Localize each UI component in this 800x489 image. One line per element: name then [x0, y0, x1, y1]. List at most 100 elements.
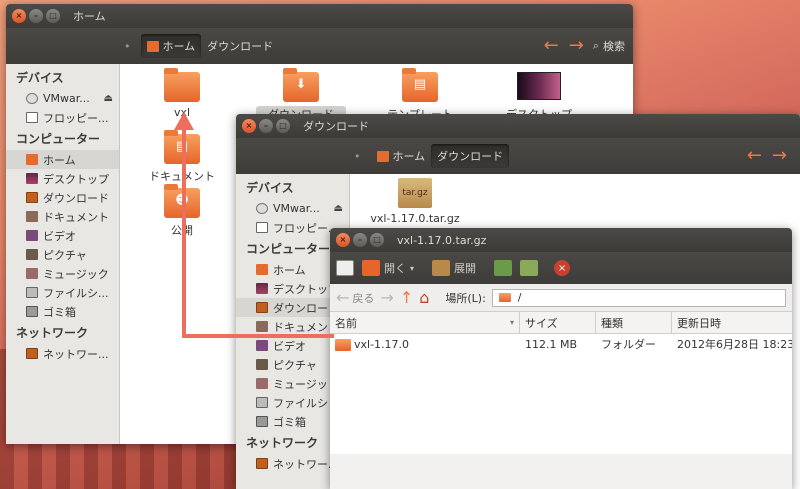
close-button[interactable]: × [242, 119, 256, 133]
search-button[interactable]: 検索 [603, 38, 625, 54]
sidebar-item-downloads[interactable]: ダウンロード [6, 188, 119, 207]
document-icon [26, 211, 38, 222]
downloads-titlebar[interactable]: × – □ ダウンロード [236, 114, 800, 138]
sidebar-item-network[interactable]: ネットワー... [6, 344, 119, 363]
sidebar-item-floppy[interactable]: フロッピー... [6, 108, 119, 127]
back-arrow-icon[interactable]: ← [544, 37, 559, 55]
breadcrumb-home[interactable]: ホーム [371, 144, 432, 168]
dropdown-arrow-icon[interactable]: ▾ [410, 264, 414, 273]
desktop-thumbnail-icon [517, 72, 561, 100]
close-button[interactable]: × [336, 233, 350, 247]
sidebar-item-pictures[interactable]: ピクチャ [6, 245, 119, 264]
sidebar-item-vmware[interactable]: VMwar... ⏏ [236, 199, 349, 218]
floppy-icon [256, 222, 268, 233]
download-icon [256, 302, 268, 313]
location-label: 場所(L): [445, 291, 486, 305]
breadcrumb-home[interactable]: ホーム [140, 34, 202, 58]
extract-button[interactable]: 展開 [432, 260, 476, 276]
maximize-button[interactable]: □ [370, 233, 384, 247]
maximize-button[interactable]: □ [46, 9, 60, 23]
desktop-icon [26, 173, 38, 184]
sidebar-heading-devices: デバイス [16, 71, 64, 85]
column-modified[interactable]: 更新日時 [672, 312, 792, 333]
breadcrumb-downloads[interactable]: ダウンロード [431, 144, 510, 168]
new-archive-icon[interactable] [336, 260, 354, 276]
open-button[interactable]: 開く ▾ [362, 260, 414, 276]
back-arrow-icon[interactable]: ← [747, 147, 762, 165]
folder-icon [498, 293, 511, 302]
open-folder-icon [362, 260, 380, 276]
column-type[interactable]: 種類 [596, 312, 672, 333]
desktop-icon [256, 283, 268, 294]
add-files-icon[interactable] [494, 260, 513, 276]
column-name[interactable]: 名前 ▾ [330, 312, 520, 333]
home-titlebar[interactable]: × – □ ホーム [6, 4, 633, 28]
archive-window: × – □ vxl-1.17.0.tar.gz 開く ▾ 展開 × ← 戻る →… [330, 228, 792, 489]
maximize-button[interactable]: □ [276, 119, 290, 133]
disc-icon [256, 203, 268, 214]
sidebar-item-filesystem[interactable]: ファイルシ... [6, 283, 119, 302]
archive-titlebar[interactable]: × – □ vxl-1.17.0.tar.gz [330, 228, 792, 252]
sidebar-item-home[interactable]: ホーム [6, 150, 119, 169]
folder-icon [335, 338, 351, 351]
network-icon [26, 348, 38, 359]
home-icon [256, 264, 268, 275]
drag-arrow-vertical [182, 128, 186, 338]
toolbar-dots-icon[interactable]: • [124, 40, 131, 53]
window-title: ダウンロード [303, 120, 369, 133]
home-icon [26, 154, 38, 165]
forward-arrow-icon[interactable]: → [569, 37, 584, 55]
downloads-toolbar: • ホーム ダウンロード ← → [236, 138, 800, 174]
location-field[interactable]: / [491, 288, 786, 307]
minimize-button[interactable]: – [259, 119, 273, 133]
breadcrumb-downloads[interactable]: ダウンロード [201, 34, 279, 58]
video-icon [26, 230, 38, 241]
music-icon [26, 268, 38, 279]
eject-icon[interactable]: ⏏ [334, 203, 343, 214]
sidebar-item-vmware[interactable]: VMwar... ⏏ [6, 89, 119, 108]
drag-arrow-horizontal [182, 334, 334, 338]
home-icon [146, 40, 159, 52]
floppy-icon [26, 112, 38, 123]
sidebar-heading-devices: デバイス [246, 181, 294, 195]
file-tarball[interactable]: tar.gz vxl-1.17.0.tar.gz [362, 178, 468, 225]
eject-icon[interactable]: ⏏ [104, 93, 113, 104]
up-arrow-icon[interactable]: ↑ [400, 289, 413, 306]
home-icon[interactable]: ⌂ [419, 289, 429, 306]
back-button[interactable]: ← 戻る [336, 289, 374, 306]
minimize-button[interactable]: – [353, 233, 367, 247]
sidebar-item-videos[interactable]: ビデオ [6, 226, 119, 245]
sidebar-item-desktop[interactable]: デスクトップ [6, 169, 119, 188]
extract-icon [432, 260, 451, 276]
location-bar: ← 戻る → ↑ ⌂ 場所(L): / [330, 284, 792, 312]
video-icon [256, 340, 268, 351]
sidebar-item-music[interactable]: ミュージック [6, 264, 119, 283]
sort-arrow-icon: ▾ [509, 318, 514, 327]
window-title: ホーム [73, 10, 106, 23]
file-list: vxl-1.17.0 112.1 MB フォルダー 2012年6月28日 18:… [330, 334, 792, 454]
stop-icon[interactable]: × [554, 260, 571, 276]
sidebar-item-trash[interactable]: ゴミ箱 [6, 302, 119, 321]
forward-arrow-icon[interactable]: → [380, 289, 393, 306]
trash-icon [26, 306, 38, 317]
network-icon [256, 458, 268, 469]
search-icon[interactable]: ⌕ [593, 39, 599, 53]
document-icon [256, 321, 268, 332]
trash-icon [256, 416, 268, 427]
sidebar-heading-computer: コンピューター [16, 132, 101, 146]
download-folder-icon: ⬇ [283, 68, 319, 102]
toolbar-dots-icon[interactable]: • [354, 150, 361, 163]
close-button[interactable]: × [12, 9, 26, 23]
music-icon [256, 378, 268, 389]
archive-toolbar: 開く ▾ 展開 × [330, 252, 792, 284]
forward-arrow-icon[interactable]: → [772, 147, 787, 165]
table-row[interactable]: vxl-1.17.0 112.1 MB フォルダー 2012年6月28日 18:… [330, 334, 792, 354]
sidebar-item-documents[interactable]: ドキュメント [6, 207, 119, 226]
download-icon [26, 192, 38, 203]
minimize-button[interactable]: – [29, 9, 43, 23]
filesystem-icon [256, 397, 268, 408]
window-title: vxl-1.17.0.tar.gz [397, 233, 487, 247]
add-folder-icon[interactable] [520, 260, 539, 276]
column-size[interactable]: サイズ [520, 312, 596, 333]
picture-icon [256, 359, 268, 370]
